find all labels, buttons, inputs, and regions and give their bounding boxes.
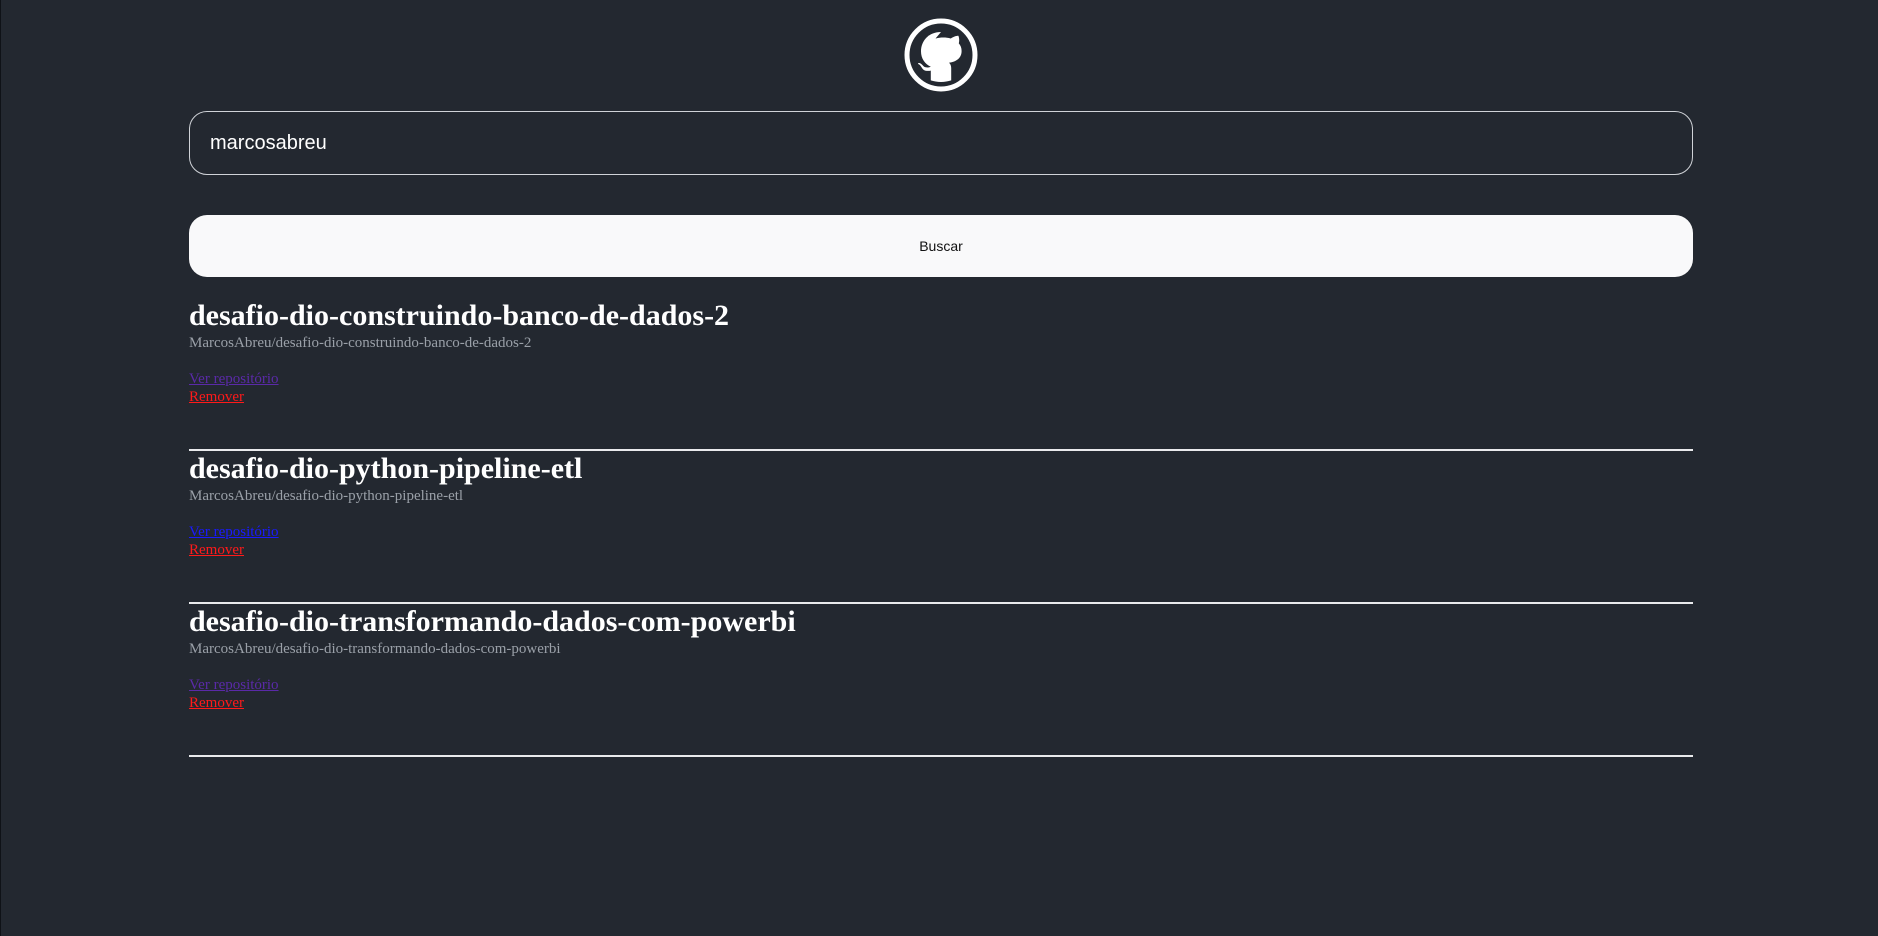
repo-full-name: MarcosAbreu/desafio-dio-construindo-banc…: [189, 335, 532, 351]
remove-link[interactable]: Remover: [189, 694, 244, 712]
repo-title: desafio-dio-python-pipeline-etl: [189, 452, 583, 485]
repository-list: desafio-dio-construindo-banco-de-dados-2…: [189, 298, 1693, 757]
repo-title: desafio-dio-construindo-banco-de-dados-2: [189, 299, 730, 332]
remove-link[interactable]: Remover: [189, 541, 244, 559]
window-edge: [0, 0, 1, 936]
github-icon: [904, 18, 978, 92]
repo-item: desafio-dio-python-pipeline-etl MarcosAb…: [189, 451, 1693, 604]
remove-link[interactable]: Remover: [189, 388, 244, 406]
repo-title: desafio-dio-transformando-dados-com-powe…: [189, 605, 796, 638]
repo-item: desafio-dio-construindo-banco-de-dados-2…: [189, 298, 1693, 451]
repo-full-name: MarcosAbreu/desafio-dio-transformando-da…: [189, 641, 561, 657]
repo-actions: Ver repositório Remover: [189, 676, 1693, 712]
username-search-input[interactable]: [189, 111, 1693, 175]
view-repository-link[interactable]: Ver repositório: [189, 523, 279, 541]
repo-actions: Ver repositório Remover: [189, 523, 1693, 559]
search-button[interactable]: Buscar: [189, 215, 1693, 277]
repo-full-name: MarcosAbreu/desafio-dio-python-pipeline-…: [189, 488, 464, 504]
repo-item: desafio-dio-transformando-dados-com-powe…: [189, 604, 1693, 757]
view-repository-link[interactable]: Ver repositório: [189, 370, 279, 388]
repo-actions: Ver repositório Remover: [189, 370, 1693, 406]
view-repository-link[interactable]: Ver repositório: [189, 676, 279, 694]
